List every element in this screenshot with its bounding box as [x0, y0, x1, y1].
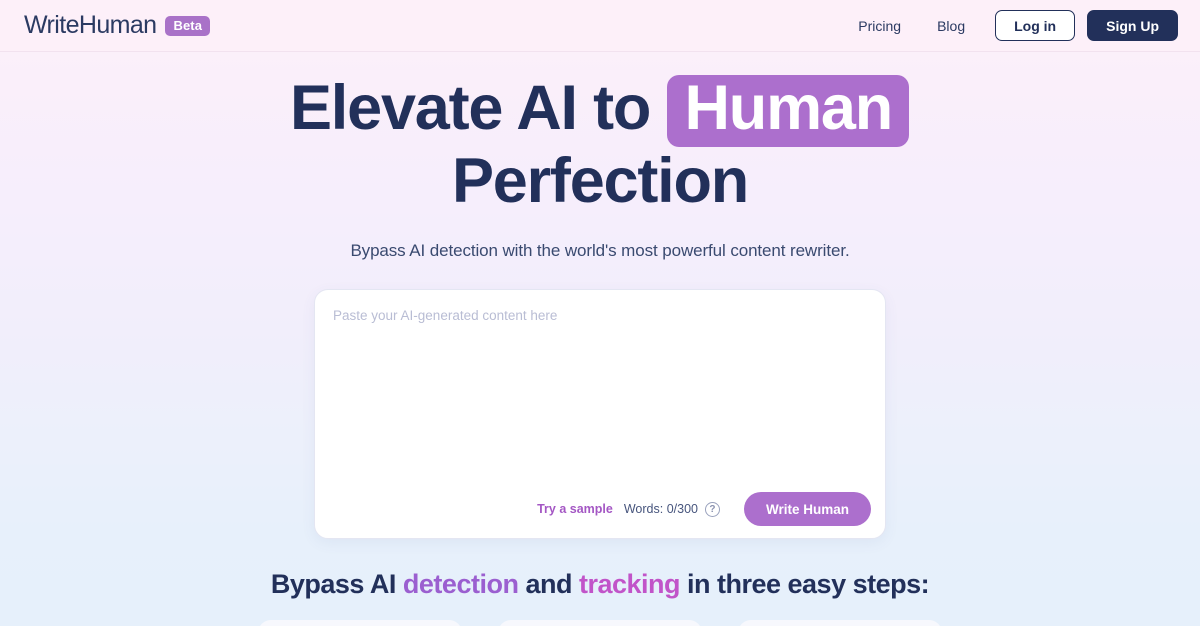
hero-title-line1-text: Elevate AI to: [289, 73, 651, 143]
brand-logo[interactable]: WriteHuman Beta: [24, 11, 211, 39]
editor-toolbar: Try a sample Words: 0/300 ? Write Human: [329, 490, 871, 528]
steps-heading-emphasis-tracking: tracking: [578, 569, 681, 599]
try-sample-link[interactable]: Try a sample: [537, 502, 613, 516]
nav-item-blog[interactable]: Blog: [919, 10, 983, 42]
signup-button[interactable]: Sign Up: [1087, 10, 1178, 41]
hero-subtitle: Bypass AI detection with the world's mos…: [350, 241, 850, 260]
hero-title-line2-text: Perfection: [451, 146, 749, 216]
hero-title-highlight: Human: [667, 75, 910, 147]
write-human-button[interactable]: Write Human: [743, 492, 871, 526]
step-card-2[interactable]: 2 Paste into: [498, 620, 702, 626]
beta-badge: Beta: [165, 15, 211, 36]
step-card-1[interactable]: 1 Copy AI-generated: [258, 620, 462, 626]
editor-section: Try a sample Words: 0/300 ? Write Human: [0, 289, 1200, 539]
help-circle-icon[interactable]: ?: [704, 501, 720, 517]
steps-heading-part2: in three easy steps:: [680, 569, 930, 599]
logo-wordmark: WriteHuman: [24, 11, 157, 39]
page-title: Elevate AI to Human Perfection: [150, 74, 1050, 215]
login-button[interactable]: Log in: [995, 10, 1076, 41]
steps-card-row: 1 Copy AI-generated 2 Paste into 3 Click…: [0, 620, 1200, 626]
word-count-label: Words: 0/300: [623, 502, 698, 516]
steps-heading-emphasis-detection: detection: [402, 569, 519, 599]
hero-section: Elevate AI to Human Perfection Bypass AI…: [0, 52, 1200, 539]
steps-heading: Bypass AI detection and tracking in thre…: [0, 569, 1200, 600]
steps-heading-middle: and: [518, 569, 579, 599]
content-input[interactable]: [329, 304, 871, 490]
steps-section: Bypass AI detection and tracking in thre…: [0, 569, 1200, 626]
site-header: WriteHuman Beta Pricing Blog Log in Sign…: [0, 0, 1200, 52]
steps-heading-part1: Bypass AI: [270, 569, 403, 599]
nav-item-pricing[interactable]: Pricing: [840, 10, 919, 42]
editor-card: Try a sample Words: 0/300 ? Write Human: [314, 289, 886, 539]
main-nav: Pricing Blog Log in Sign Up: [840, 10, 1178, 42]
step-card-3[interactable]: 3 Click the button to: [738, 620, 942, 626]
